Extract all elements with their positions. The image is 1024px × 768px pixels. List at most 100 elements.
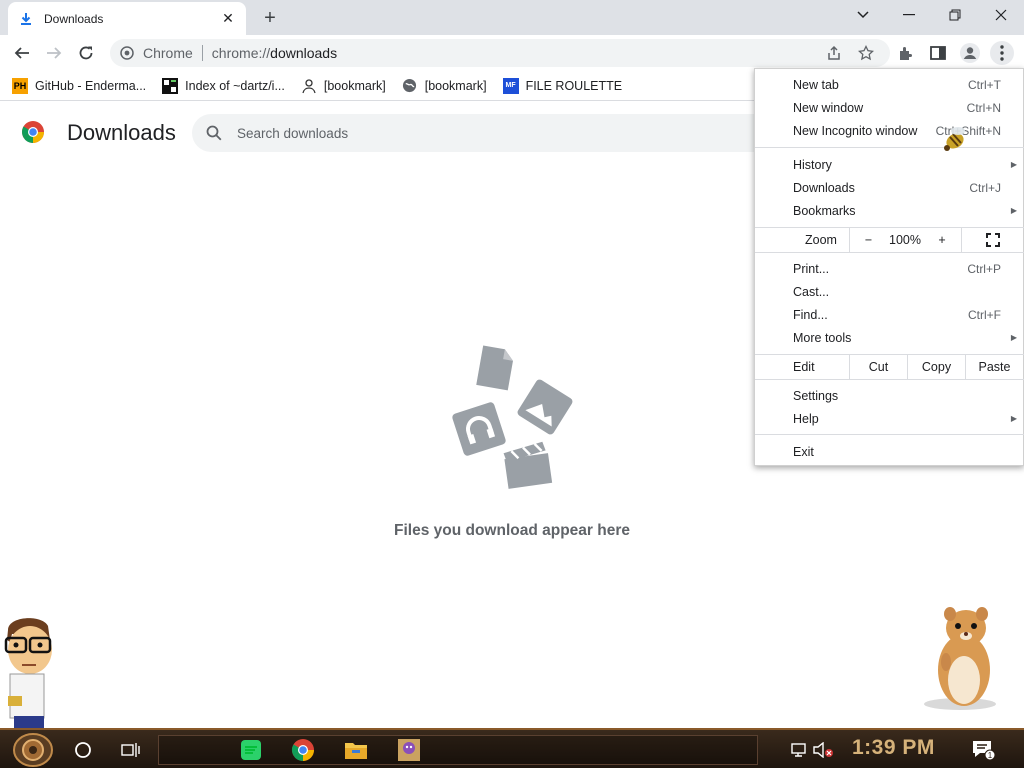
page-title: Downloads [67, 120, 176, 145]
menu-item-history[interactable]: History ▶ [755, 153, 1024, 176]
menu-item-downloads[interactable]: Downloads Ctrl+J [755, 176, 1024, 199]
extensions-icon[interactable] [894, 41, 918, 65]
menu-item-exit[interactable]: Exit [755, 440, 1024, 463]
video-icon [503, 441, 553, 489]
profile-avatar-icon[interactable] [958, 41, 982, 65]
submenu-arrow-icon: ▶ [1010, 414, 1017, 423]
volume-muted-icon[interactable] [808, 735, 838, 765]
notifications-icon[interactable]: 1 [968, 735, 998, 765]
person-icon [301, 78, 317, 94]
menu-item-new-tab[interactable]: New tab Ctrl+T [755, 73, 1024, 96]
chrome-menu: New tab Ctrl+T New window Ctrl+N New Inc… [754, 68, 1024, 466]
bee-cursor-icon [944, 127, 965, 151]
zoom-out-button[interactable]: − [849, 228, 887, 252]
close-window-icon[interactable] [978, 0, 1024, 30]
menu-item-label: Settings [793, 388, 839, 403]
chrome-site-icon [120, 46, 134, 60]
bookmark-item[interactable]: PH GitHub - Enderma... [12, 77, 147, 94]
menu-item-label: Cast... [793, 284, 830, 299]
bookmark-item[interactable]: [bookmark] [301, 78, 386, 94]
mf-icon: MF [502, 77, 519, 94]
bonzi-icon[interactable] [394, 735, 424, 765]
menu-item-more-tools[interactable]: More tools ▶ [755, 326, 1024, 349]
chrome-icon[interactable] [288, 735, 318, 765]
image-icon [517, 379, 573, 435]
menu-item-label: History [793, 157, 832, 172]
empty-downloads-illustration [452, 345, 573, 489]
bookmark-item[interactable]: Index of ~dartz/i... [162, 77, 285, 94]
file-explorer-icon[interactable] [341, 735, 371, 765]
menu-item-find[interactable]: Find... Ctrl+F [755, 303, 1024, 326]
submenu-arrow-icon: ▶ [1010, 333, 1017, 342]
tab-search-icon[interactable] [840, 0, 886, 30]
taskbar: 1:39 PM 1 [0, 728, 1024, 768]
side-panel-icon[interactable] [926, 41, 950, 65]
audio-icon [452, 402, 506, 456]
search-input[interactable] [237, 125, 637, 141]
url-scheme: chrome:// [211, 45, 271, 61]
grid-icon [162, 77, 179, 94]
menu-shortcut: Ctrl+N [966, 100, 1001, 115]
start-gear-icon [13, 733, 53, 767]
menu-item-label: New tab [793, 77, 839, 92]
share-icon[interactable] [822, 41, 846, 65]
menu-shortcut: Ctrl+T [968, 77, 1001, 92]
minimize-icon[interactable] [886, 0, 932, 30]
menu-item-label: Exit [793, 444, 814, 459]
bookmark-item[interactable]: MF FILE ROULETTE [502, 77, 622, 94]
url-host: downloads [270, 45, 338, 61]
empty-state-message: Files you download appear here [394, 522, 630, 539]
back-icon[interactable] [8, 39, 36, 67]
forward-icon[interactable] [40, 39, 68, 67]
menu-shortcut: Ctrl+F [968, 307, 1001, 322]
menu-item-print[interactable]: Print... Ctrl+P [755, 257, 1024, 280]
menu-item-new-window[interactable]: New window Ctrl+N [755, 96, 1024, 119]
zoom-row: Zoom − 100% + [755, 228, 1024, 252]
submenu-arrow-icon: ▶ [1010, 160, 1017, 169]
reload-icon[interactable] [72, 39, 100, 67]
bookmark-label: GitHub - Enderma... [35, 78, 147, 93]
copy-button[interactable]: Copy [907, 355, 965, 379]
toolbar: Chrome chrome://downloads [0, 35, 1024, 71]
task-view-icon[interactable] [116, 735, 146, 765]
edit-row: Edit Cut Copy Paste [755, 355, 1024, 379]
download-icon [18, 11, 34, 27]
new-tab-icon[interactable]: + [258, 6, 282, 30]
search-downloads[interactable] [192, 114, 792, 152]
bookmark-star-icon[interactable] [854, 41, 878, 65]
zoom-label: Zoom [805, 233, 837, 247]
menu-item-new-incognito[interactable]: New Incognito window Ctrl+Shift+N [755, 119, 1024, 142]
zoom-in-button[interactable]: + [923, 228, 961, 252]
menu-item-label: Find... [793, 307, 828, 322]
menu-divider [755, 434, 1024, 435]
address-bar[interactable]: Chrome chrome://downloads [110, 39, 890, 67]
menu-item-label: Print... [793, 261, 830, 276]
site-label: Chrome [143, 45, 193, 61]
restore-icon[interactable] [932, 0, 978, 30]
paste-button[interactable]: Paste [965, 355, 1023, 379]
menu-shortcut: Ctrl+J [969, 180, 1001, 195]
spotify-icon[interactable] [236, 735, 266, 765]
menu-item-cast[interactable]: Cast... [755, 280, 1024, 303]
menu-item-settings[interactable]: Settings [755, 384, 1024, 407]
tab-close-icon[interactable]: ✕ [220, 10, 236, 27]
menu-item-bookmarks[interactable]: Bookmarks ▶ [755, 199, 1024, 222]
menu-item-label: More tools [793, 330, 852, 345]
cortana-icon[interactable] [68, 735, 98, 765]
edit-label: Edit [793, 360, 815, 374]
bookmark-label: [bookmark] [323, 78, 386, 93]
menu-item-label: Help [793, 411, 819, 426]
menu-kebab-icon[interactable] [990, 41, 1014, 65]
site-chip[interactable]: Chrome [120, 45, 193, 61]
fullscreen-icon[interactable] [961, 228, 1023, 252]
bookmark-item[interactable]: [bookmark] [402, 78, 487, 94]
hamster-buddy-icon [924, 607, 996, 710]
menu-item-help[interactable]: Help ▶ [755, 407, 1024, 430]
cut-button[interactable]: Cut [849, 355, 907, 379]
tab-downloads[interactable]: Downloads ✕ [8, 2, 246, 35]
start-button[interactable] [8, 733, 58, 767]
tab-strip: Downloads ✕ + [0, 0, 1024, 35]
menu-divider [755, 252, 1024, 253]
bookmark-label: [bookmark] [424, 78, 487, 93]
taskbar-clock[interactable]: 1:39 PM [852, 736, 935, 760]
